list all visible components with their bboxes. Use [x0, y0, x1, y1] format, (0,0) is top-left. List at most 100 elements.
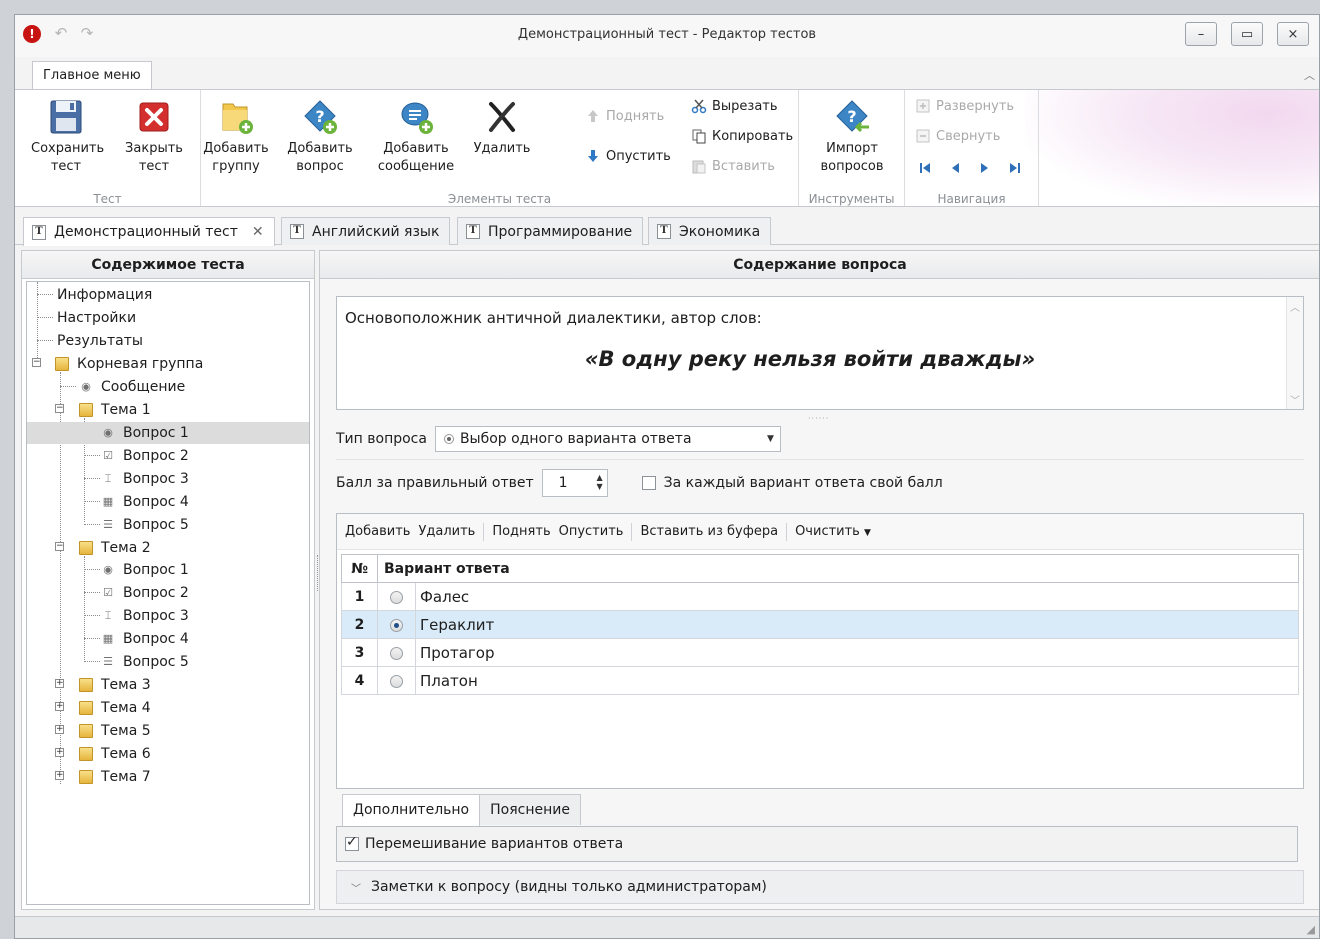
answer-radio[interactable]: [390, 590, 403, 604]
tree-item-t2-question2[interactable]: ☑ Вопрос 2: [101, 582, 189, 604]
root-group-expander[interactable]: −: [32, 358, 41, 367]
tree-item-t1-question5[interactable]: ☰ Вопрос 5: [101, 514, 189, 536]
answer-clear-button[interactable]: Очистить ▼: [795, 524, 871, 539]
answer-text[interactable]: Протагор: [415, 638, 1299, 667]
tree-item-t1-question1[interactable]: ◉ Вопрос 1: [27, 422, 309, 444]
expand-button[interactable]: Развернуть: [915, 98, 1014, 114]
first-icon[interactable]: [917, 160, 933, 176]
tree-item-results[interactable]: Результаты: [57, 330, 143, 352]
score-stepper[interactable]: 1 ▲ ▼: [541, 469, 608, 497]
tree-item-t2-question5[interactable]: ☰ Вопрос 5: [101, 651, 189, 673]
table-row[interactable]: 3 Протагор: [341, 638, 1299, 667]
topic3-expander[interactable]: +: [55, 679, 64, 688]
answer-radio[interactable]: [390, 646, 403, 660]
tree-item-topic7[interactable]: Тема 7: [79, 766, 151, 788]
close-test-button[interactable]: Закрыть тест: [119, 98, 189, 176]
tree-item-topic1[interactable]: Тема 1: [79, 399, 151, 421]
last-icon[interactable]: [1007, 160, 1023, 176]
test-tree: Информация Настройки Результаты − Корнев…: [26, 281, 310, 905]
ordering-icon: ☰: [103, 518, 113, 531]
tab-demo-test[interactable]: T Демонстрационный тест ✕: [23, 217, 275, 246]
tree-item-message[interactable]: ◉ Сообщение: [79, 376, 185, 398]
topic5-expander[interactable]: +: [55, 725, 64, 734]
tree-item-t2-question4[interactable]: ▦ Вопрос 4: [101, 628, 189, 650]
table-row[interactable]: 4 Платон: [341, 666, 1299, 695]
answer-text[interactable]: Гераклит: [415, 610, 1299, 639]
grid-header-num[interactable]: №: [341, 554, 378, 583]
answer-radio-cell[interactable]: [377, 582, 416, 611]
tree-item-topic2[interactable]: Тема 2: [79, 537, 151, 559]
question-text-editor[interactable]: Основоположник античной диалектики, авто…: [336, 296, 1304, 410]
resize-grip-icon[interactable]: ◢: [1307, 923, 1315, 936]
grid-header-answer[interactable]: Вариант ответа: [377, 554, 1299, 583]
answer-text[interactable]: Фалес: [415, 582, 1299, 611]
tree-item-t1-question4[interactable]: ▦ Вопрос 4: [101, 491, 189, 513]
answer-radio-cell[interactable]: [377, 638, 416, 667]
cut-button[interactable]: Вырезать: [691, 98, 778, 114]
tab-programming[interactable]: T Программирование: [457, 217, 644, 245]
move-down-button[interactable]: Опустить: [585, 148, 671, 164]
table-row[interactable]: 1 Фалес: [341, 582, 1299, 611]
tree-item-topic5[interactable]: Тема 5: [79, 720, 151, 742]
minimize-button[interactable]: –: [1185, 22, 1217, 46]
answer-radio[interactable]: [390, 674, 403, 688]
add-question-button[interactable]: ? Добавить вопрос: [285, 98, 355, 176]
ribbon-tab-main[interactable]: Главное меню: [32, 61, 152, 90]
topic2-expander[interactable]: −: [55, 542, 64, 551]
answer-delete-button[interactable]: Удалить: [418, 524, 475, 539]
answer-radio-cell[interactable]: [377, 666, 416, 695]
table-row[interactable]: 2 Гераклит: [341, 610, 1299, 639]
topic6-expander[interactable]: +: [55, 748, 64, 757]
resize-grip-handle[interactable]: ······: [808, 414, 829, 423]
tree-item-root-group[interactable]: Корневая группа: [55, 353, 203, 375]
save-test-button[interactable]: Сохранить тест: [31, 98, 104, 176]
answer-down-button[interactable]: Опустить: [559, 524, 624, 539]
tree-item-t2-question3[interactable]: ⌶ Вопрос 3: [101, 605, 189, 627]
per-answer-score-checkbox[interactable]: [641, 476, 656, 490]
tree-item-topic6[interactable]: Тема 6: [79, 743, 151, 765]
delete-element-button[interactable]: Удалить: [467, 98, 537, 158]
tree-item-settings[interactable]: Настройки: [57, 307, 136, 329]
close-tab-icon[interactable]: ✕: [252, 219, 264, 245]
answer-add-button[interactable]: Добавить: [345, 524, 410, 539]
collapse-button[interactable]: Свернуть: [915, 128, 1000, 144]
tab-explanation[interactable]: Пояснение: [479, 794, 581, 825]
ribbon-collapse-icon[interactable]: ︿: [1304, 67, 1315, 83]
shuffle-answers-checkbox[interactable]: [345, 834, 359, 851]
answer-up-button[interactable]: Поднять: [492, 524, 550, 539]
arrow-down-icon: [585, 148, 601, 164]
scroll-up-icon[interactable]: ︿: [1287, 299, 1303, 314]
maximize-button[interactable]: ▭: [1231, 22, 1263, 46]
tab-economics[interactable]: T Экономика: [648, 217, 772, 245]
tree-item-t1-question2[interactable]: ☑ Вопрос 2: [101, 445, 189, 467]
scroll-down-icon[interactable]: ﹀: [1287, 392, 1303, 407]
tree-item-t1-question3[interactable]: ⌶ Вопрос 3: [101, 468, 189, 490]
topic7-expander[interactable]: +: [55, 771, 64, 780]
answer-paste-button[interactable]: Вставить из буфера: [640, 524, 778, 539]
tree-item-topic3[interactable]: Тема 3: [79, 674, 151, 696]
add-message-button[interactable]: Добавить сообщение: [371, 98, 461, 176]
import-questions-button[interactable]: ? Импорт вопросов: [809, 98, 895, 176]
paste-button[interactable]: Вставить: [691, 158, 775, 174]
previous-icon[interactable]: [947, 160, 963, 176]
question-type-dropdown[interactable]: Выбор одного варианта ответа ▼: [434, 426, 781, 452]
answer-radio[interactable]: [390, 618, 403, 632]
next-icon[interactable]: [977, 160, 993, 176]
tree-item-info[interactable]: Информация: [57, 284, 152, 306]
tree-item-topic4[interactable]: Тема 4: [79, 697, 151, 719]
question-text-scrollbar[interactable]: ︿ ﹀: [1286, 297, 1303, 409]
close-window-button[interactable]: ×: [1277, 22, 1309, 46]
answer-radio-cell[interactable]: [377, 610, 416, 639]
question-notes-expander[interactable]: ﹀ Заметки к вопросу (видны только админи…: [336, 870, 1304, 904]
tree-item-t2-question1[interactable]: ◉ Вопрос 1: [101, 559, 189, 581]
stepper-arrows-icon[interactable]: ▲ ▼: [597, 473, 603, 491]
answer-text[interactable]: Платон: [415, 666, 1299, 695]
topic1-expander[interactable]: −: [55, 404, 64, 413]
move-up-label: Поднять: [606, 108, 665, 124]
tab-extra[interactable]: Дополнительно: [342, 794, 481, 827]
move-up-button[interactable]: Поднять: [585, 108, 664, 124]
topic4-expander[interactable]: +: [55, 702, 64, 711]
tab-english[interactable]: T Английский язык: [281, 217, 451, 245]
copy-button[interactable]: Копировать: [691, 128, 793, 144]
add-group-button[interactable]: Добавить группу: [201, 98, 271, 176]
